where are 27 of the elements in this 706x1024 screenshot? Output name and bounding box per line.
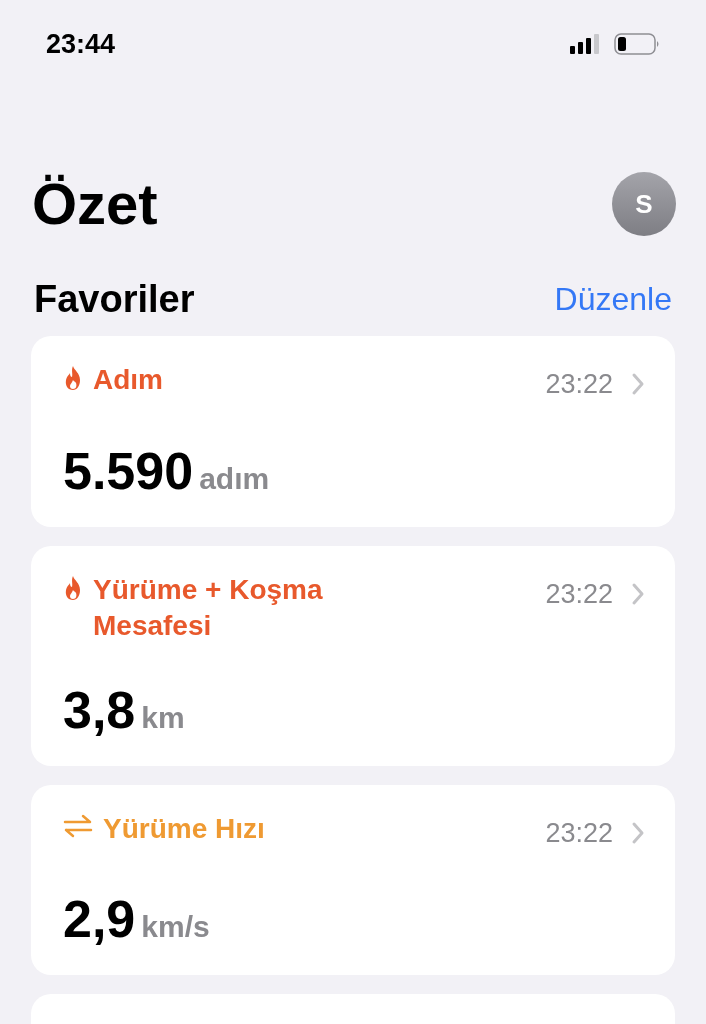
- battery-icon: [614, 33, 660, 55]
- card-unit: km/s: [141, 912, 210, 942]
- card-time: 23:22: [545, 577, 613, 611]
- flame-icon: [63, 365, 83, 391]
- signal-icon: [570, 34, 600, 54]
- card-title: Adım: [93, 363, 163, 397]
- chevron-icon: [631, 581, 645, 606]
- status-time: 23:44: [46, 27, 116, 61]
- chevron-icon: [631, 820, 645, 845]
- arrows-icon: [63, 813, 93, 838]
- flame-icon: [63, 574, 83, 601]
- card-time: 23:22: [545, 816, 613, 850]
- favorite-card[interactable]: Adım 23:22 5.590 adım: [31, 336, 675, 527]
- card-time: 23:22: [545, 368, 613, 401]
- favorite-card[interactable]: Yürüme + Koşma Mesafesi 23:22 3,8 km: [31, 545, 675, 766]
- card-unit: adım: [199, 463, 270, 494]
- edit-button[interactable]: Düzenle: [554, 283, 672, 315]
- card-value: 2,9: [63, 893, 136, 945]
- card-unit: km: [141, 702, 185, 733]
- section-title: Favoriler: [34, 280, 195, 318]
- chevron-icon: [631, 372, 645, 397]
- card-title: Yürüme Hızı: [103, 811, 265, 846]
- card-value: 3,8: [63, 683, 136, 736]
- page-title: Özet: [32, 175, 158, 233]
- favorite-card[interactable]: Yürüme Hızı 23:22 2,9 km/s: [31, 784, 675, 975]
- card-value: 5.590: [63, 444, 194, 497]
- card-title: Yürüme + Koşma Mesafesi: [93, 572, 324, 643]
